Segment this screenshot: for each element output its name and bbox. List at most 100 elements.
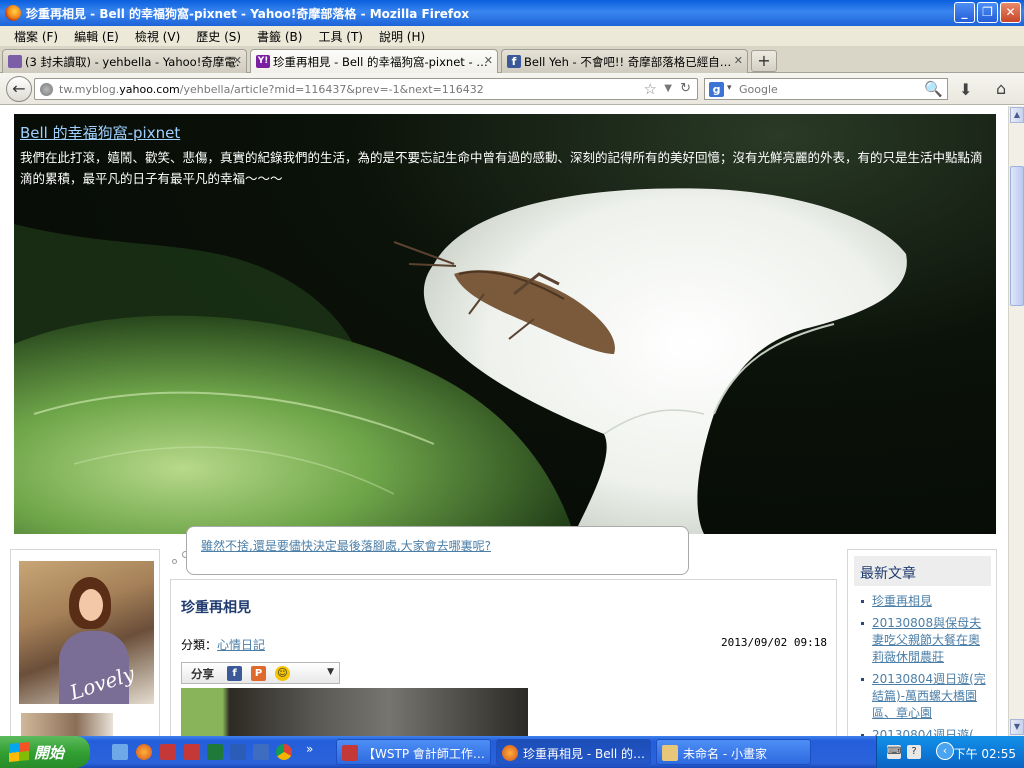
article-box: 珍重再相見 分類：心情日記 2013/09/02 09:18 分享 f P ☺ … [170, 579, 837, 736]
more-quicklaunch-icon[interactable]: » [306, 742, 313, 756]
page-content: Bell 的幸福狗窩-pixnet 我們在此打滾，嬉鬧、歡笑、悲傷，真實的紀錄我… [0, 106, 1008, 736]
share-button[interactable]: 分享 f P ☺ ▼ [181, 662, 340, 684]
menu-bookmarks[interactable]: 書籤 (B) [249, 28, 310, 45]
tab-current-blog[interactable]: Y! 珍重再相見 - Bell 的幸福狗窩-pixnet - … ✕ [250, 49, 498, 74]
task-label: 【WSTP 會計師工作… [363, 747, 485, 761]
url-text: tw.myblog.yahoo.com/yehbella/article?mid… [59, 83, 484, 96]
search-bar[interactable]: g ▾ Google 🔍 [704, 78, 948, 100]
article-category: 分類：心情日記 [181, 636, 265, 653]
app-icon[interactable] [184, 744, 200, 760]
announcement-link[interactable]: 雖然不捨,還是要儘快決定最後落腳處,大家會去哪裏呢? [201, 539, 491, 553]
tab-yahoo-mail[interactable]: (3 封未讀取) - yehbella - Yahoo!奇摩電… ✕ [2, 49, 247, 73]
search-icon[interactable]: 🔍 [924, 80, 943, 98]
vertical-scrollbar[interactable]: ▲ ▼ [1008, 106, 1024, 736]
windows-taskbar: 開始 » 【WSTP 會計師工作… 珍重再相見 - Bell 的… 未命名 - … [0, 736, 1024, 768]
category-link[interactable]: 心情日記 [217, 638, 265, 652]
clock: 下午 02:55 [953, 747, 1016, 761]
back-button[interactable]: ← [6, 76, 32, 102]
yahoo-icon: Y! [256, 55, 270, 68]
avatar-face [79, 589, 103, 621]
url-bar[interactable]: tw.myblog.yahoo.com/yehbella/article?mid… [34, 78, 698, 100]
history-dropdown-icon[interactable]: ▼ [664, 83, 672, 94]
tab-label: 珍重再相見 - Bell 的幸福狗窩-pixnet - … [273, 55, 488, 69]
list-item: 珍重再相見 [858, 593, 991, 610]
window-titlebar[interactable]: 珍重再相見 - Bell 的幸福狗窩-pixnet - Yahoo!奇摩部落格 … [0, 0, 1024, 26]
search-placeholder: Google [739, 83, 778, 96]
taskbar-task[interactable]: 【WSTP 會計師工作… [336, 739, 491, 765]
bookmark-star-icon[interactable]: ☆ [644, 80, 657, 98]
reload-icon[interactable]: ↻ [680, 81, 691, 96]
recent-posts-box: 最新文章 珍重再相見 20130808與保母夫妻吃父親節大餐在奧莉薇休閒農莊 2… [847, 549, 997, 736]
scroll-up-icon[interactable]: ▲ [1010, 107, 1024, 123]
facebook-icon[interactable]: f [227, 666, 242, 681]
blog-title-link[interactable]: Bell 的幸福狗窩-pixnet [20, 122, 180, 143]
close-button[interactable]: ✕ [1000, 2, 1021, 23]
list-item: 20130804週日遊(完結篇)-萬西螺大橋園區、章心園 [858, 671, 991, 722]
recent-post-link[interactable]: 珍重再相見 [872, 594, 932, 608]
recent-post-link[interactable]: 20130804週日遊( [872, 728, 974, 736]
plurk-icon[interactable]: P [251, 666, 266, 681]
tray-expand-icon[interactable]: ‹ [936, 742, 954, 760]
task-label: 未命名 - 小畫家 [683, 747, 767, 761]
firefox-icon[interactable] [136, 744, 152, 760]
emoticon-icon[interactable]: ☺ [275, 666, 290, 681]
tab-close-icon[interactable]: ✕ [734, 54, 743, 67]
home-icon[interactable]: ⌂ [996, 79, 1006, 98]
article-title: 珍重再相見 [181, 600, 251, 616]
announcement-bubble: 雖然不捨,還是要儘快決定最後落腳處,大家會去哪裏呢? [186, 526, 689, 575]
maximize-button[interactable]: ❐ [977, 2, 998, 23]
window-controls: _ ❐ ✕ [954, 2, 1021, 23]
profile-thumbnail[interactable] [21, 713, 113, 736]
taskbar-task[interactable]: 珍重再相見 - Bell 的… [496, 739, 651, 765]
firefox-icon [5, 5, 21, 21]
share-label: 分享 [191, 667, 214, 681]
window-title: 珍重再相見 - Bell 的幸福狗窩-pixnet - Yahoo!奇摩部落格 … [26, 7, 470, 21]
system-tray: ⌨ ? ‹ 下午 02:55 [876, 736, 1024, 768]
new-tab-button[interactable]: + [751, 50, 777, 72]
show-desktop-icon[interactable] [112, 744, 128, 760]
menu-view[interactable]: 檢視 (V) [127, 28, 188, 45]
avatar[interactable]: Lovely [19, 561, 154, 704]
menu-tools[interactable]: 工具 (T) [310, 28, 371, 45]
scrollbar-thumb[interactable] [1010, 166, 1024, 306]
taskbar-task[interactable]: 未命名 - 小畫家 [656, 739, 811, 765]
google-icon[interactable]: g [709, 82, 724, 97]
menu-bar: 檔案 (F) 編輯 (E) 檢視 (V) 歷史 (S) 書籤 (B) 工具 (T… [0, 26, 1024, 46]
paint-icon [662, 745, 678, 761]
navigation-bar: ← tw.myblog.yahoo.com/yehbella/article?m… [0, 73, 1024, 105]
app-icon[interactable] [253, 744, 269, 760]
recent-post-link[interactable]: 20130808與保母夫妻吃父親節大餐在奧莉薇休閒農莊 [872, 616, 981, 664]
task-label: 珍重再相見 - Bell 的… [523, 747, 646, 761]
mail-icon [8, 55, 22, 68]
tab-close-icon[interactable]: ✕ [484, 54, 493, 67]
list-item: 20130804週日遊( [858, 727, 991, 736]
ime-icon[interactable]: ⌨ [887, 745, 901, 759]
tab-label: (3 封未讀取) - yehbella - Yahoo!奇摩電… [25, 55, 240, 69]
word-icon[interactable] [230, 744, 246, 760]
menu-help[interactable]: 說明 (H) [371, 28, 433, 45]
tab-close-icon[interactable]: ✕ [233, 54, 242, 67]
app-icon[interactable] [160, 744, 176, 760]
excel-icon[interactable] [207, 744, 223, 760]
recent-post-link[interactable]: 20130804週日遊(完結篇)-萬西螺大橋園區、章心園 [872, 672, 986, 720]
blog-banner: Bell 的幸福狗窩-pixnet 我們在此打滾，嬉鬧、歡笑、悲傷，真實的紀錄我… [14, 114, 996, 534]
menu-file[interactable]: 檔案 (F) [6, 28, 66, 45]
tab-facebook[interactable]: f Bell Yeh - 不會吧!! 奇摩部落格已經自… ✕ [501, 49, 748, 73]
bubble-dot [172, 559, 177, 564]
share-dropdown-icon[interactable]: ▼ [327, 667, 334, 677]
start-label: 開始 [34, 744, 65, 762]
help-icon[interactable]: ? [907, 745, 921, 759]
profile-box: Lovely [10, 549, 160, 736]
recent-posts-heading: 最新文章 [854, 556, 991, 586]
scroll-down-icon[interactable]: ▼ [1010, 719, 1024, 735]
minimize-button[interactable]: _ [954, 2, 975, 23]
article-date: 2013/09/02 09:18 [721, 636, 827, 649]
firefox-icon [502, 745, 518, 761]
chrome-icon[interactable] [276, 744, 292, 760]
blog-description: 我們在此打滾，嬉鬧、歡笑、悲傷，真實的紀錄我們的生活，為的是不要忘記生命中曾有過… [20, 150, 983, 186]
engine-dropdown-icon[interactable]: ▾ [727, 83, 732, 93]
download-icon[interactable]: ⬇ [959, 80, 972, 99]
menu-edit[interactable]: 編輯 (E) [66, 28, 127, 45]
menu-history[interactable]: 歷史 (S) [188, 28, 249, 45]
start-button[interactable]: 開始 [0, 736, 90, 768]
